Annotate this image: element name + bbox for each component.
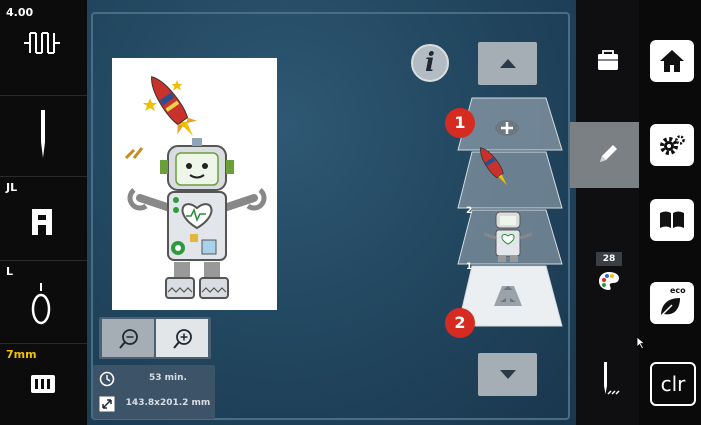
size-row: 143.8x201.2 mm bbox=[97, 394, 215, 416]
left-sidebar: 4.00 JL L 7mm bbox=[0, 0, 87, 425]
stitch-width-value: 4.00 bbox=[6, 6, 34, 19]
book-icon bbox=[660, 211, 684, 228]
scroll-down-button[interactable] bbox=[478, 353, 537, 396]
needle-size-control[interactable]: 7mm bbox=[0, 344, 87, 425]
needle-icon bbox=[41, 110, 45, 158]
tutorial-button[interactable] bbox=[650, 199, 694, 241]
eco-label: eco bbox=[670, 286, 686, 295]
clock-icon bbox=[99, 371, 115, 387]
color-count: 28 bbox=[596, 252, 622, 266]
presser-foot-icon bbox=[32, 209, 52, 235]
info-icon: i bbox=[425, 48, 435, 78]
callout-badge-1: 1 bbox=[445, 108, 475, 138]
gear-icon bbox=[660, 135, 685, 155]
stitch-width-icon bbox=[24, 32, 60, 54]
pencil-icon bbox=[600, 145, 617, 162]
layer-1-item[interactable] bbox=[457, 209, 563, 265]
robot-embroidery-design bbox=[124, 76, 267, 299]
resize-icon bbox=[99, 396, 115, 412]
palette-icon bbox=[599, 272, 619, 290]
time-row: 53 min. bbox=[97, 369, 215, 391]
zoom-out-icon bbox=[119, 329, 138, 349]
home-icon bbox=[660, 50, 684, 72]
layer-number-2: 2 bbox=[466, 206, 473, 216]
stitch-plate-icon bbox=[31, 283, 51, 325]
eco-leaf-icon bbox=[660, 298, 680, 317]
zoom-in-button[interactable] bbox=[156, 319, 208, 357]
design-preview[interactable] bbox=[112, 58, 277, 310]
zoom-in-icon bbox=[173, 329, 192, 349]
setup-button[interactable] bbox=[650, 124, 694, 166]
info-button[interactable]: i bbox=[411, 44, 449, 82]
hoop-icon bbox=[31, 375, 55, 393]
needle-control[interactable] bbox=[0, 96, 87, 176]
clear-button[interactable]: clr bbox=[650, 362, 696, 406]
stitch-plate-control[interactable]: L bbox=[0, 261, 87, 343]
design-size: 143.8x201.2 mm bbox=[125, 398, 211, 408]
folder-icon bbox=[598, 50, 618, 70]
stitch-time: 53 min. bbox=[149, 373, 187, 383]
home-button[interactable] bbox=[650, 40, 694, 82]
edit-tab[interactable] bbox=[577, 122, 639, 188]
needle-size-value: 7mm bbox=[6, 348, 37, 361]
stitch-width-control[interactable]: 4.00 bbox=[0, 0, 87, 95]
callout-badge-2: 2 bbox=[445, 308, 475, 338]
presser-foot-control[interactable]: JL bbox=[0, 177, 87, 260]
layer-number-1: 1 bbox=[466, 262, 473, 272]
stitch-plate-label: L bbox=[6, 265, 14, 278]
stitch-tab[interactable] bbox=[596, 360, 622, 398]
layer-2-item[interactable] bbox=[457, 144, 563, 209]
eco-button[interactable]: eco bbox=[650, 282, 694, 324]
color-tab[interactable]: 28 bbox=[594, 252, 624, 298]
presser-foot-label: JL bbox=[6, 181, 18, 194]
zoom-out-button[interactable] bbox=[102, 319, 154, 357]
scroll-up-button[interactable] bbox=[478, 42, 537, 85]
design-info-box: 53 min. 143.8x201.2 mm bbox=[93, 365, 215, 419]
selection-tab[interactable] bbox=[590, 48, 626, 76]
mouse-cursor-icon bbox=[636, 336, 646, 350]
clear-label: clr bbox=[660, 372, 686, 396]
needle-stitch-icon bbox=[604, 362, 620, 395]
zoom-controls bbox=[99, 317, 211, 359]
